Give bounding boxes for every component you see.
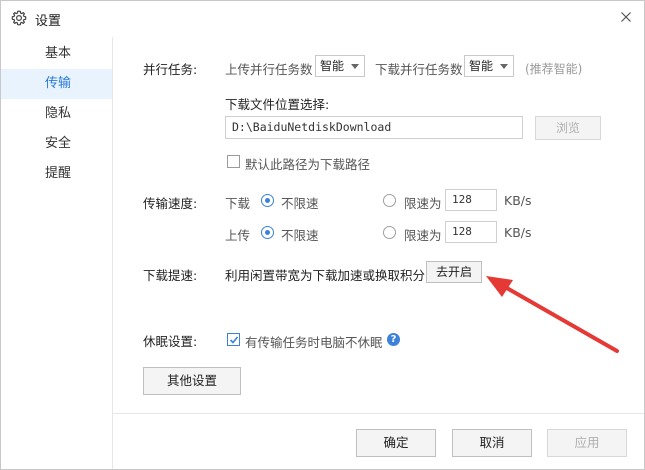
upload-unlimited-label: 不限速 bbox=[281, 228, 319, 243]
sidebar-item-reminder[interactable]: 提醒 bbox=[1, 159, 112, 189]
settings-sidebar: 基本 传输 隐私 安全 提醒 bbox=[1, 37, 113, 469]
upload-unlimited-radio[interactable] bbox=[261, 226, 274, 239]
download-speed-unit: KB/s bbox=[504, 193, 532, 208]
transfer-settings-panel: 并行任务: 上传并行任务数 智能 下载并行任务数 智能 (推荐智能) 下载文件位… bbox=[113, 37, 644, 412]
download-parallel-label: 下载并行任务数 bbox=[375, 62, 463, 77]
close-icon bbox=[621, 12, 631, 22]
sidebar-item-basic[interactable]: 基本 bbox=[1, 39, 112, 69]
gear-icon bbox=[11, 10, 27, 26]
sidebar-item-privacy[interactable]: 隐私 bbox=[1, 99, 112, 129]
download-parallel-value: 智能 bbox=[469, 59, 494, 73]
enable-boost-button[interactable]: 去开启 bbox=[426, 261, 482, 283]
sidebar-item-transfer[interactable]: 传输 bbox=[1, 69, 112, 99]
download-parallel-select[interactable]: 智能 bbox=[464, 55, 514, 77]
download-boost-label: 下载提速: bbox=[143, 268, 198, 283]
download-unlimited-radio[interactable] bbox=[261, 194, 274, 207]
default-path-checkbox[interactable] bbox=[227, 155, 240, 168]
upload-limit-label: 限速为 bbox=[404, 228, 442, 243]
upload-speed-label: 上传 bbox=[225, 228, 251, 243]
sleep-settings-label: 休眠设置: bbox=[143, 334, 198, 349]
parallel-tasks-label: 并行任务: bbox=[143, 62, 198, 77]
upload-limit-input[interactable]: 128 bbox=[445, 221, 497, 243]
check-icon bbox=[229, 336, 239, 344]
dialog-footer: 确定 取消 应用 bbox=[113, 413, 644, 469]
title-bar: 设置 bbox=[1, 1, 644, 35]
help-icon[interactable]: ? bbox=[387, 333, 400, 346]
download-location-label: 下载文件位置选择: bbox=[225, 97, 330, 112]
upload-parallel-value: 智能 bbox=[320, 59, 345, 73]
download-speed-label: 下载 bbox=[225, 196, 251, 211]
download-limit-radio[interactable] bbox=[383, 194, 396, 207]
download-limit-label: 限速为 bbox=[404, 196, 442, 211]
upload-speed-unit: KB/s bbox=[504, 225, 532, 240]
upload-limit-radio[interactable] bbox=[383, 226, 396, 239]
other-settings-button[interactable]: 其他设置 bbox=[143, 367, 241, 395]
prevent-sleep-label: 有传输任务时电脑不休眠 bbox=[245, 335, 383, 350]
default-path-checkbox-label: 默认此路径为下载路径 bbox=[245, 157, 371, 172]
sidebar-item-security[interactable]: 安全 bbox=[1, 129, 112, 159]
settings-window: 设置 基本 传输 隐私 安全 提醒 并行任务: 上传并行任务数 智能 下载并行任… bbox=[0, 0, 645, 470]
browse-button[interactable]: 浏览 bbox=[535, 116, 601, 140]
parallel-hint: (推荐智能) bbox=[525, 62, 583, 76]
cancel-button[interactable]: 取消 bbox=[452, 429, 532, 457]
download-boost-description: 利用闲置带宽为下载加速或换取积分 bbox=[225, 268, 426, 283]
window-title: 设置 bbox=[35, 14, 62, 29]
chevron-down-icon bbox=[500, 64, 508, 69]
chevron-down-icon bbox=[351, 64, 359, 69]
upload-parallel-select[interactable]: 智能 bbox=[315, 55, 365, 77]
prevent-sleep-checkbox[interactable] bbox=[227, 333, 240, 346]
download-limit-input[interactable]: 128 bbox=[445, 189, 497, 211]
transfer-speed-label: 传输速度: bbox=[143, 196, 198, 211]
ok-button[interactable]: 确定 bbox=[356, 429, 436, 457]
upload-parallel-label: 上传并行任务数 bbox=[225, 62, 313, 77]
close-button[interactable] bbox=[614, 5, 638, 29]
apply-button[interactable]: 应用 bbox=[547, 429, 627, 457]
download-path-input[interactable]: D:\BaiduNetdiskDownload bbox=[225, 116, 523, 139]
download-unlimited-label: 不限速 bbox=[281, 196, 319, 211]
